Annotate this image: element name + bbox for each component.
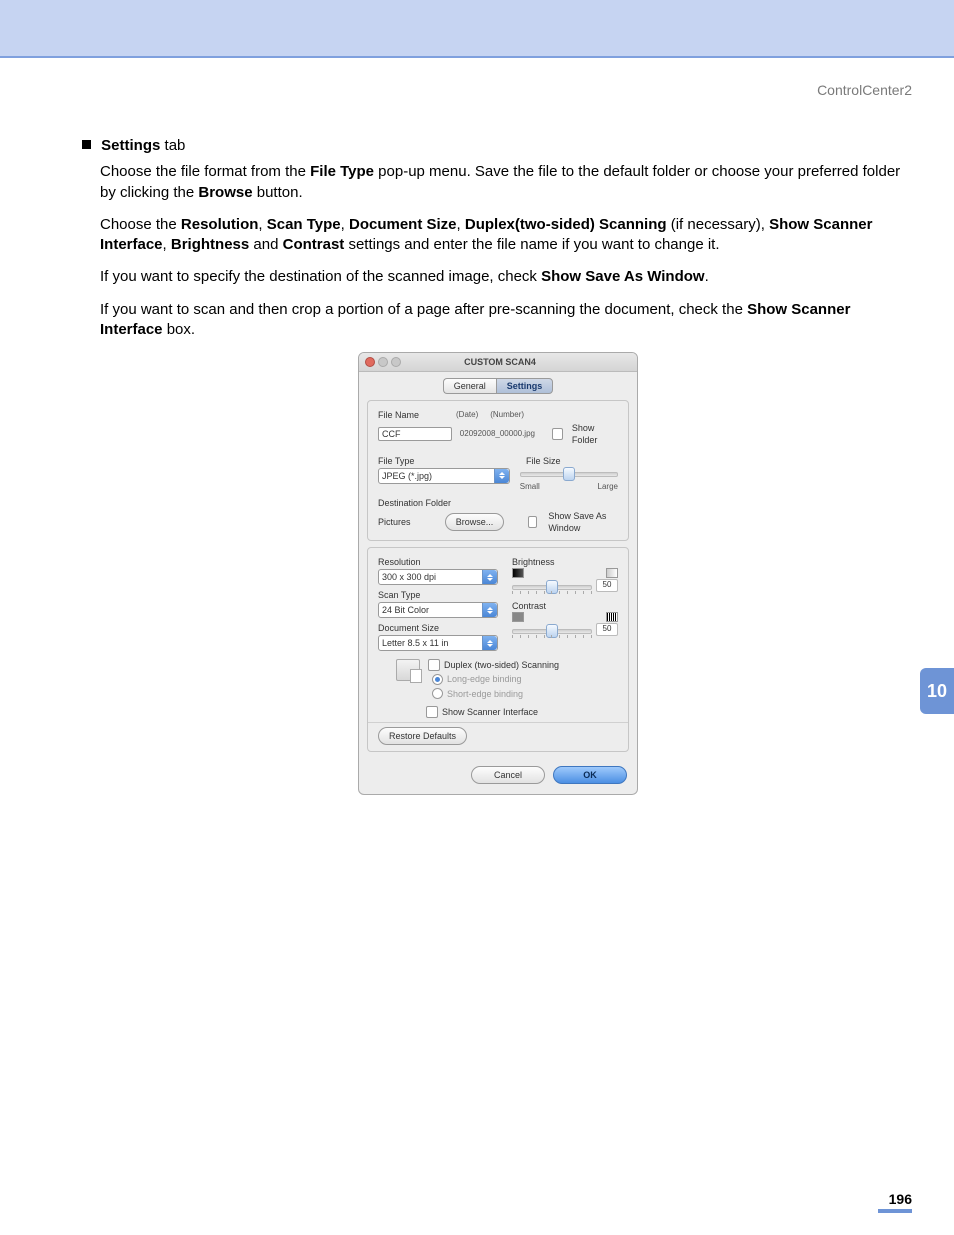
dialog-title: CUSTOM SCAN4 xyxy=(401,356,599,368)
short-edge-label: Short-edge binding xyxy=(447,688,523,700)
duplex-scan-icon xyxy=(396,659,420,681)
duplex-checkbox[interactable] xyxy=(428,659,440,671)
tab-general[interactable]: General xyxy=(443,378,496,394)
short-edge-radio[interactable] xyxy=(432,688,443,699)
lower-panel: Resolution 300 x 300 dpi Scan Type 24 Bi… xyxy=(367,547,629,752)
brightness-value[interactable]: 50 xyxy=(596,579,618,592)
brightness-dark-icon xyxy=(512,568,524,578)
document-size-label: Document Size xyxy=(378,622,498,634)
ok-button[interactable]: OK xyxy=(553,766,627,784)
long-edge-radio[interactable] xyxy=(432,674,443,685)
file-name-label: File Name xyxy=(378,409,456,421)
contrast-slider[interactable] xyxy=(512,625,592,635)
brightness-label: Brightness xyxy=(512,556,618,568)
show-folder-label: Show Folder xyxy=(572,422,618,446)
cancel-button[interactable]: Cancel xyxy=(471,766,545,784)
show-save-as-checkbox[interactable] xyxy=(528,516,538,528)
minimize-icon[interactable] xyxy=(378,357,388,367)
close-icon[interactable] xyxy=(365,357,375,367)
long-edge-label: Long-edge binding xyxy=(447,673,522,685)
dropdown-arrows-icon xyxy=(482,636,497,650)
show-save-as-label: Show Save As Window xyxy=(548,510,618,534)
browse-button[interactable]: Browse... xyxy=(445,513,505,531)
dialog-titlebar: CUSTOM SCAN4 xyxy=(359,353,637,372)
dialog-footer: Cancel OK xyxy=(359,760,637,794)
contrast-value[interactable]: 50 xyxy=(596,623,618,636)
file-size-slider[interactable] xyxy=(520,468,618,478)
file-size-label: File Size xyxy=(526,455,618,467)
tab-settings[interactable]: Settings xyxy=(496,378,554,394)
show-folder-checkbox[interactable] xyxy=(552,428,563,440)
show-scanner-interface-checkbox[interactable] xyxy=(426,706,438,718)
file-size-small-label: Small xyxy=(520,482,540,493)
brightness-light-icon xyxy=(606,568,618,578)
date-label: (Date) xyxy=(456,410,478,421)
document-size-select[interactable]: Letter 8.5 x 11 in xyxy=(378,635,498,651)
file-size-large-label: Large xyxy=(598,482,618,493)
file-type-label: File Type xyxy=(378,455,414,467)
contrast-low-icon xyxy=(512,612,524,622)
resolution-label: Resolution xyxy=(378,556,498,568)
destination-folder-label: Destination Folder xyxy=(378,497,618,509)
chapter-side-tab: 10 xyxy=(920,668,954,714)
page-number-accent xyxy=(878,1209,912,1213)
panel-divider xyxy=(368,722,628,723)
dropdown-arrows-icon xyxy=(494,469,509,483)
scan-type-select[interactable]: 24 Bit Color xyxy=(378,602,498,618)
upper-panel: File Name (Date) (Number) CCF 02092008_0… xyxy=(367,400,629,541)
dropdown-arrows-icon xyxy=(482,570,497,584)
section-heading: Settings tab xyxy=(82,136,912,156)
page-number: 196 xyxy=(889,1191,912,1207)
file-name-sample: 02092008_00000.jpg xyxy=(458,429,546,440)
restore-defaults-button[interactable]: Restore Defaults xyxy=(378,727,467,745)
scan-type-label: Scan Type xyxy=(378,589,498,601)
paragraph-4: If you want to scan and then crop a port… xyxy=(100,300,912,341)
paragraph-1: Choose the file format from the File Typ… xyxy=(100,162,912,203)
top-band xyxy=(0,0,954,56)
destination-folder-value: Pictures xyxy=(378,516,437,528)
zoom-icon[interactable] xyxy=(391,357,401,367)
bullet-square-icon xyxy=(82,140,91,149)
paragraph-2: Choose the Resolution, Scan Type, Docume… xyxy=(100,215,912,256)
custom-scan-dialog: CUSTOM SCAN4 General Settings File Name … xyxy=(358,352,638,795)
contrast-label: Contrast xyxy=(512,600,618,612)
resolution-select[interactable]: 300 x 300 dpi xyxy=(378,569,498,585)
number-label: (Number) xyxy=(490,410,524,421)
running-header: ControlCenter2 xyxy=(0,58,954,98)
tab-bar: General Settings xyxy=(359,372,637,396)
body-content: Settings tab Choose the file format from… xyxy=(0,98,954,795)
duplex-label: Duplex (two-sided) Scanning xyxy=(444,659,559,671)
contrast-high-icon xyxy=(606,612,618,622)
show-scanner-interface-label: Show Scanner Interface xyxy=(442,706,538,718)
brightness-slider[interactable] xyxy=(512,581,592,591)
file-type-select[interactable]: JPEG (*.jpg) xyxy=(378,468,510,484)
paragraph-3: If you want to specify the destination o… xyxy=(100,267,912,287)
file-name-input[interactable]: CCF xyxy=(378,427,452,441)
dropdown-arrows-icon xyxy=(482,603,497,617)
